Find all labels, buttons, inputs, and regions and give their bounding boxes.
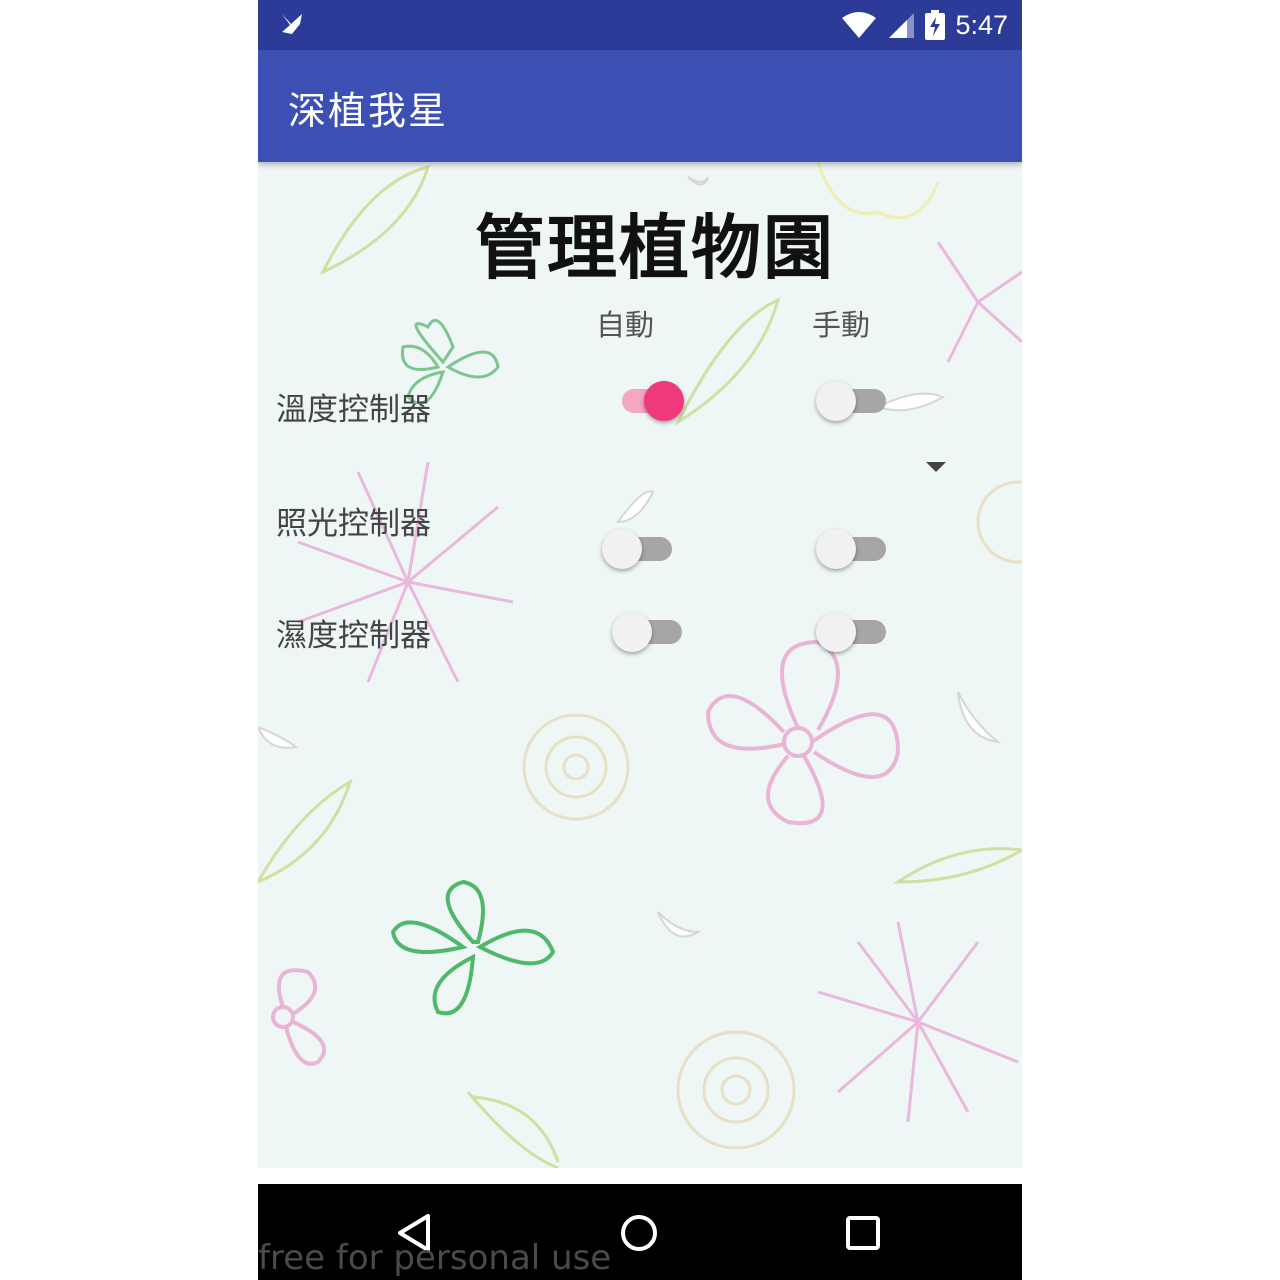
row-label-humidity-controller: 濕度控制器 <box>276 618 431 654</box>
status-time: 5:47 <box>955 9 1008 40</box>
switch-thumb <box>816 529 856 569</box>
light-auto-switch[interactable] <box>602 524 678 574</box>
phone-screen: 5:47 深植我星 管理植物園 自動 手動 溫度控制器 照光控制器 濕度控制器 … <box>258 0 1022 1280</box>
row-label-light-controller: 照光控制器 <box>276 506 431 542</box>
battery-charging-icon <box>925 10 946 40</box>
home-icon[interactable] <box>614 1210 664 1256</box>
status-bar: 5:47 <box>258 0 1022 50</box>
column-header-auto: 自動 <box>596 308 655 342</box>
light-manual-switch[interactable] <box>816 524 892 574</box>
temperature-manual-switch[interactable] <box>816 376 892 426</box>
humidity-manual-switch[interactable] <box>816 607 892 657</box>
signal-icon <box>889 13 915 38</box>
app-notification-icon <box>282 14 302 34</box>
watermark-text: free for personal use <box>258 1238 612 1278</box>
temperature-auto-switch[interactable] <box>612 376 688 426</box>
plant-garden-panel: 管理植物園 自動 手動 溫度控制器 照光控制器 濕度控制器 <box>258 162 1022 1168</box>
switch-thumb <box>816 612 856 652</box>
wifi-icon <box>842 12 877 38</box>
humidity-auto-switch[interactable] <box>612 607 688 657</box>
dropdown-arrow-icon[interactable] <box>926 462 946 472</box>
switch-thumb <box>644 381 684 421</box>
switch-thumb <box>602 529 642 569</box>
page-heading: 管理植物園 <box>475 207 835 289</box>
app-bar: 深植我星 <box>258 50 1022 162</box>
row-label-temperature-controller: 溫度控制器 <box>276 392 431 428</box>
app-title: 深植我星 <box>288 89 449 133</box>
switch-thumb <box>612 612 652 652</box>
column-header-manual: 手動 <box>812 308 871 342</box>
switch-thumb <box>816 381 856 421</box>
recents-icon[interactable] <box>838 1210 888 1256</box>
